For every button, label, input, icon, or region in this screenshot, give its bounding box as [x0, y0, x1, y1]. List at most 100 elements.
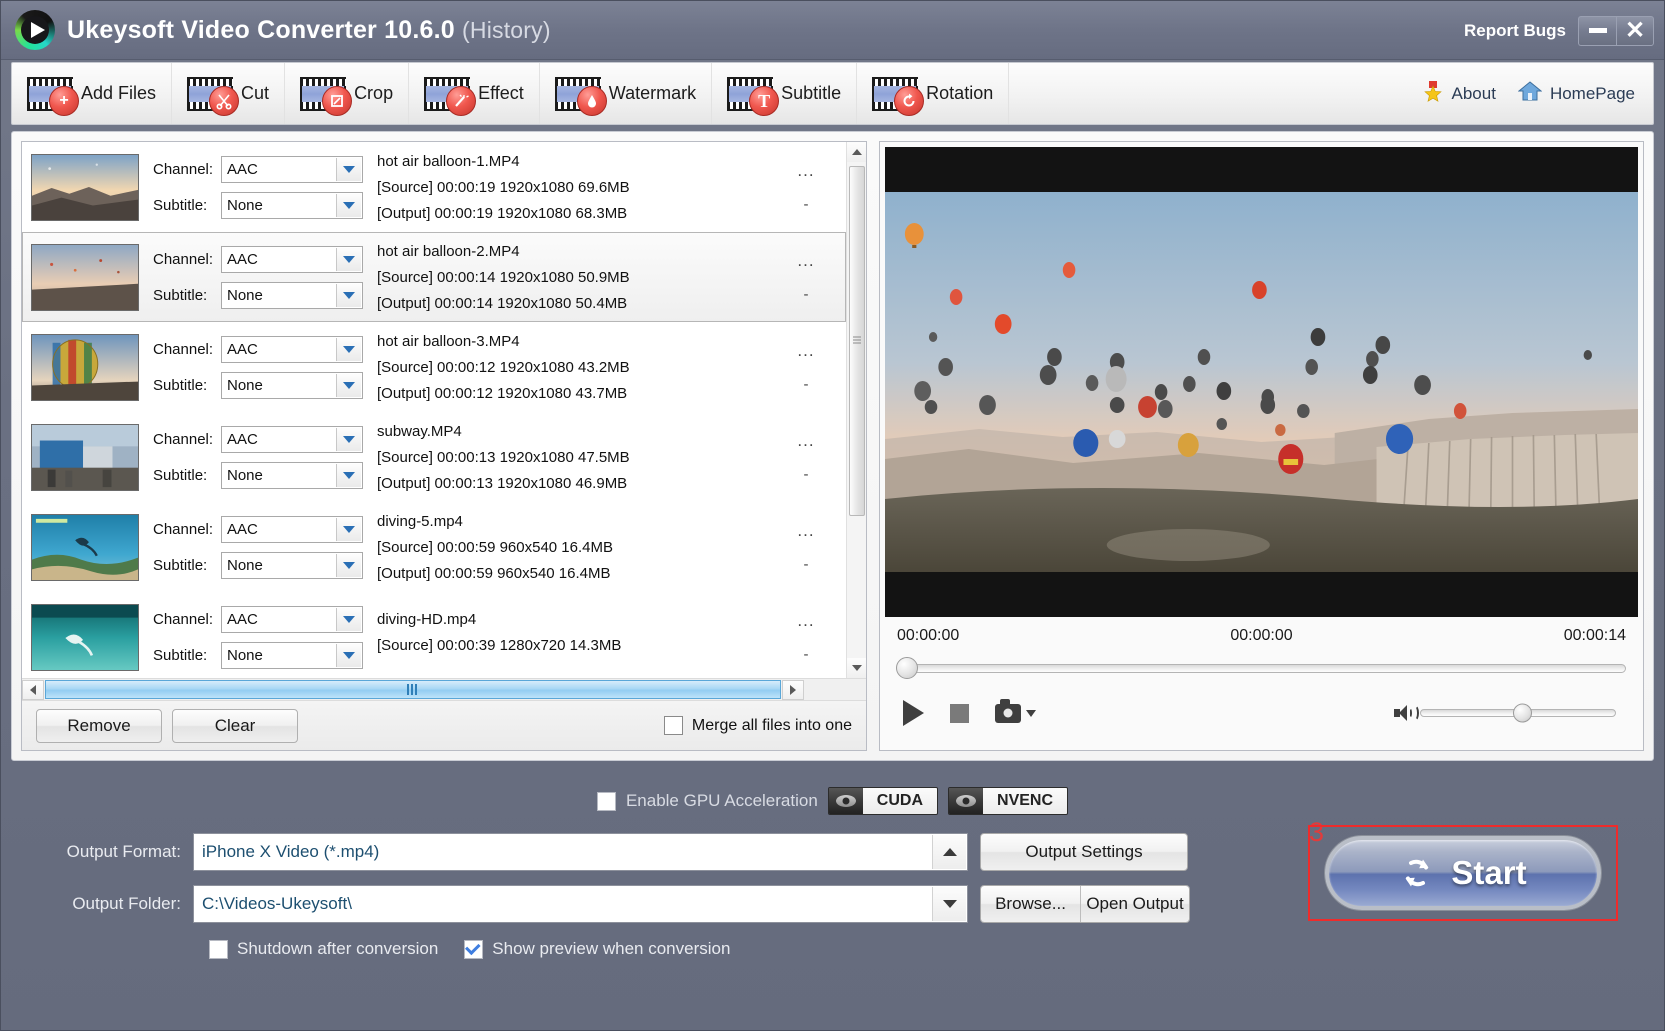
clear-button[interactable]: Clear [172, 709, 298, 743]
checkbox-box[interactable] [664, 716, 683, 735]
scroll-left-icon[interactable] [22, 680, 44, 700]
subtitle-row: Subtitle: None [153, 372, 363, 399]
minimize-button[interactable] [1578, 16, 1616, 46]
row-dash-icon[interactable]: - [804, 287, 809, 302]
about-button[interactable]: About [1422, 80, 1496, 107]
table-row[interactable]: Channel: AAC Subtitle: None [22, 322, 846, 412]
table-row[interactable]: Channel: AAC Subtitle: None [22, 232, 846, 322]
chevron-down-icon[interactable] [336, 608, 361, 631]
toolbar-effect[interactable]: Effect [409, 63, 540, 124]
vertical-scrollbar[interactable] [846, 142, 866, 678]
row-more-icon[interactable]: ... [797, 612, 814, 629]
table-row[interactable]: Channel: AAC Subtitle: None [22, 502, 846, 592]
chevron-down-icon[interactable] [336, 374, 361, 397]
channel-select[interactable]: AAC [221, 516, 363, 543]
scroll-right-icon[interactable] [782, 680, 804, 700]
time-middle: 00:00:00 [1230, 627, 1292, 645]
row-dash-icon[interactable]: - [804, 377, 809, 392]
table-row[interactable]: Channel: AAC Subtitle: None [22, 412, 846, 502]
cuda-chip[interactable]: CUDA [828, 787, 938, 815]
chevron-down-icon[interactable] [336, 518, 361, 541]
chevron-down-icon[interactable] [336, 248, 361, 271]
subtitle-select[interactable]: None [221, 282, 363, 309]
toolbar-crop[interactable]: Crop [285, 63, 409, 124]
volume-handle[interactable] [1513, 704, 1532, 723]
scroll-down-icon[interactable] [847, 658, 866, 678]
time-total: 00:00:14 [1564, 627, 1626, 645]
row-more-icon[interactable]: ... [797, 522, 814, 539]
toolbar-watermark[interactable]: Watermark [540, 63, 712, 124]
file-list[interactable]: Channel: AAC Subtitle: None [22, 142, 846, 678]
subtitle-select[interactable]: None [221, 192, 363, 219]
channel-select[interactable]: AAC [221, 156, 363, 183]
shutdown-after-conversion-checkbox[interactable]: Shutdown after conversion [209, 939, 438, 959]
row-dash-icon[interactable]: - [804, 467, 809, 482]
output-settings-button[interactable]: Output Settings [980, 833, 1188, 871]
checkbox-box[interactable] [209, 940, 228, 959]
chevron-down-icon[interactable] [336, 554, 361, 577]
subtitle-select[interactable]: None [221, 372, 363, 399]
seek-bar[interactable] [885, 655, 1638, 681]
row-dash-icon[interactable]: - [804, 197, 809, 212]
play-button[interactable] [903, 700, 924, 726]
toolbar-cut[interactable]: Cut [172, 63, 285, 124]
table-row[interactable]: Channel: AAC Subtitle: None [22, 142, 846, 232]
toolbar-add-files[interactable]: + Add Files [12, 63, 172, 124]
subtitle-select[interactable]: None [221, 462, 363, 489]
seek-handle[interactable] [896, 657, 918, 679]
chevron-down-icon[interactable] [336, 284, 361, 307]
seek-track[interactable] [897, 664, 1626, 673]
snapshot-button[interactable] [995, 704, 1036, 723]
time-indicators: 00:00:00 00:00:00 00:00:14 [885, 617, 1638, 655]
channel-select[interactable]: AAC [221, 336, 363, 363]
volume-track[interactable] [1420, 709, 1616, 717]
scroll-up-icon[interactable] [847, 142, 866, 162]
chevron-down-icon[interactable] [336, 428, 361, 451]
horizontal-scrollbar[interactable] [22, 678, 866, 700]
report-bugs-link[interactable]: Report Bugs [1464, 21, 1566, 41]
chevron-down-icon[interactable] [336, 194, 361, 217]
chevron-down-icon[interactable] [336, 338, 361, 361]
chevron-down-icon[interactable] [336, 644, 361, 667]
volume-control[interactable] [1394, 705, 1620, 721]
row-more-icon[interactable]: ... [797, 162, 814, 179]
horizontal-scroll-thumb[interactable] [45, 680, 781, 699]
browse-button[interactable]: Browse... [981, 886, 1081, 922]
video-preview[interactable] [885, 147, 1638, 617]
row-more-icon[interactable]: ... [797, 432, 814, 449]
remove-button[interactable]: Remove [36, 709, 162, 743]
subtitle-select[interactable]: None [221, 552, 363, 579]
channel-select[interactable]: AAC [221, 606, 363, 633]
toolbar-rotation[interactable]: Rotation [857, 63, 1009, 124]
chevron-down-icon[interactable] [336, 464, 361, 487]
row-dash-icon[interactable]: - [804, 647, 809, 662]
channel-select[interactable]: AAC [221, 246, 363, 273]
row-more-icon[interactable]: ... [797, 252, 814, 269]
stop-button[interactable] [950, 704, 969, 723]
output-folder-input[interactable]: C:\Videos-Ukeysoft\ [193, 885, 968, 923]
open-output-button[interactable]: Open Output [1081, 886, 1189, 922]
output-format-select[interactable]: iPhone X Video (*.mp4) [193, 833, 968, 871]
vertical-scroll-thumb[interactable] [849, 166, 865, 516]
nvenc-chip[interactable]: NVENC [948, 787, 1068, 815]
app-version-text: 10.6.0 [384, 16, 455, 44]
merge-all-files-checkbox[interactable]: Merge all files into one [664, 716, 852, 735]
show-preview-checkbox[interactable]: Show preview when conversion [464, 939, 730, 959]
homepage-button[interactable]: HomePage [1518, 80, 1635, 107]
show-preview-label: Show preview when conversion [492, 939, 730, 959]
row-more-icon[interactable]: ... [797, 342, 814, 359]
chevron-down-icon[interactable] [1026, 710, 1036, 717]
toolbar-subtitle[interactable]: T Subtitle [712, 63, 857, 124]
start-button[interactable]: Start [1325, 836, 1601, 910]
table-row[interactable]: Channel: AAC Subtitle: None [22, 592, 846, 678]
subtitle-select[interactable]: None [221, 642, 363, 669]
channel-select[interactable]: AAC [221, 426, 363, 453]
row-dash-icon[interactable]: - [804, 557, 809, 572]
gpu-acceleration-checkbox[interactable] [597, 792, 616, 811]
output-format-value: iPhone X Video (*.mp4) [202, 842, 379, 862]
chevron-down-icon[interactable] [932, 887, 966, 921]
close-button[interactable]: ✕ [1616, 16, 1654, 46]
chevron-up-icon[interactable] [932, 835, 966, 869]
chevron-down-icon[interactable] [336, 158, 361, 181]
checkbox-box[interactable] [464, 940, 483, 959]
